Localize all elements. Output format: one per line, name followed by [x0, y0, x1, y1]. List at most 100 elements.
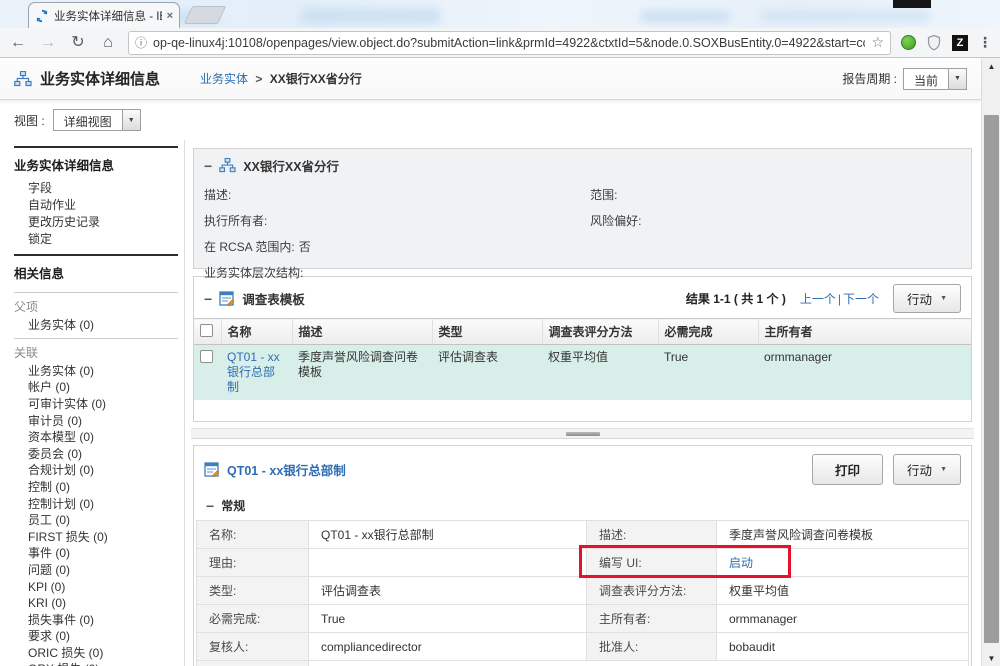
sidebar-item-committee[interactable]: 委员会 (0)	[14, 446, 178, 463]
column-type[interactable]: 类型	[432, 319, 542, 345]
detail-fields-table: 名称: QT01 - xx银行总部制 描述: 季度声誉风险调查问卷模板 理由: …	[196, 520, 969, 666]
sidebar-item-incident[interactable]: 事件 (0)	[14, 546, 178, 563]
org-chart-icon	[219, 158, 236, 173]
sidebar-item-employee[interactable]: 员工 (0)	[14, 512, 178, 529]
sidebar-item-requirement[interactable]: 要求 (0)	[14, 629, 178, 646]
sidebar-association-list: 业务实体 (0) 帐户 (0) 可审计实体 (0) 审计员 (0) 资本模型 (…	[14, 363, 178, 666]
sidebar-item-auto-jobs[interactable]: 自动作业	[14, 197, 178, 214]
sidebar-item-loss-event[interactable]: 损失事件 (0)	[14, 612, 178, 629]
sidebar-item-capital-model[interactable]: 资本模型 (0)	[14, 429, 178, 446]
questionnaire-icon	[219, 291, 235, 307]
back-icon[interactable]: ←	[8, 33, 28, 53]
column-scoring-method[interactable]: 调查表评分方法	[542, 319, 658, 345]
print-button[interactable]: 打印	[812, 454, 883, 485]
chevron-down-icon[interactable]: ▼	[122, 110, 140, 130]
sidebar-item-auditor[interactable]: 审计员 (0)	[14, 413, 178, 430]
questionnaire-action-button[interactable]: 行动▼	[893, 284, 961, 313]
extension-green-icon[interactable]	[901, 35, 916, 50]
report-period-value: 当前	[904, 69, 948, 89]
tab-close-icon[interactable]: ×	[167, 10, 173, 22]
sidebar-item-issue[interactable]: 问题 (0)	[14, 562, 178, 579]
sidebar-item-change-history[interactable]: 更改历史记录	[14, 214, 178, 231]
forward-icon: →	[38, 33, 58, 53]
sidebar-item-first-loss[interactable]: FIRST 损失 (0)	[14, 529, 178, 546]
url-text[interactable]: op-qe-linux4j:10108/openpages/view.objec…	[153, 36, 865, 50]
view-select[interactable]: 详细视图 ▼	[53, 109, 141, 131]
breadcrumb-link[interactable]: 业务实体	[200, 72, 248, 86]
extension-shield-icon[interactable]	[926, 34, 942, 51]
general-section-title: 常规	[221, 497, 245, 514]
row-checkbox[interactable]	[200, 350, 213, 363]
sidebar-item-account[interactable]: 帐户 (0)	[14, 380, 178, 397]
browser-tab[interactable]: 业务实体详细信息 - IBM ×	[28, 2, 180, 28]
collapse-icon[interactable]: −	[206, 501, 214, 511]
page-title: 业务实体详细信息	[40, 68, 160, 89]
new-tab-button[interactable]	[184, 6, 226, 24]
value-reason	[309, 549, 587, 577]
tab-favicon-sync-icon	[35, 9, 49, 23]
field-description: 描述:	[204, 182, 590, 208]
page-info-icon[interactable]: ⓘ	[135, 34, 147, 51]
report-period-label: 报告周期 :	[842, 70, 897, 87]
label-scoring-method: 调查表评分方法:	[587, 577, 717, 605]
page-scrollbar[interactable]: ▲ ▼	[981, 58, 1000, 666]
sidebar-item-control-plan[interactable]: 控制计划 (0)	[14, 496, 178, 513]
splitter-grip[interactable]	[566, 432, 600, 436]
chevron-down-icon: ▼	[940, 295, 947, 302]
sidebar-item-oric-loss[interactable]: ORIC 损失 (0)	[14, 645, 178, 662]
extension-z-icon[interactable]: Z	[952, 35, 968, 51]
breadcrumb-current: XX银行XX省分行	[270, 72, 362, 86]
sidebar-item-business-entity[interactable]: 业务实体 (0)	[14, 363, 178, 380]
report-period-select[interactable]: 当前 ▼	[903, 68, 967, 90]
collapse-icon[interactable]: −	[204, 161, 212, 171]
browser-menu-icon[interactable]: ⋮	[978, 34, 992, 51]
chevron-down-icon[interactable]: ▼	[948, 69, 966, 89]
questionnaire-icon	[204, 462, 220, 478]
column-required[interactable]: 必需完成	[658, 319, 758, 345]
questionnaire-detail-panel: QT01 - xx银行总部制 打印 行动▼ − 常规 名称: QT01 - xx…	[193, 445, 972, 666]
sidebar-item-orx-loss[interactable]: ORX 损失 (0)	[14, 662, 178, 666]
blurred-background	[760, 9, 930, 23]
value-scoring-method: 权重平均值	[717, 577, 969, 605]
collapse-icon[interactable]: −	[204, 294, 212, 304]
pane-splitter[interactable]	[191, 428, 974, 439]
table-row[interactable]: QT01 - xx银行总部制 季度声誉风险调查问卷模板 评估调查表 权重平均值 …	[194, 345, 971, 401]
sidebar-item-parent-business-entity[interactable]: 业务实体 (0)	[14, 317, 178, 334]
sidebar-item-control[interactable]: 控制 (0)	[14, 479, 178, 496]
value-authoring-ui: 启动	[717, 549, 969, 577]
entity-summary-panel: − XX银行XX省分行 描述: 范围: 执行所有者: 风险偏好: 在 RCSA …	[193, 148, 972, 269]
column-name[interactable]: 名称	[221, 319, 292, 345]
detail-row: 名称: QT01 - xx银行总部制 描述: 季度声誉风险调查问卷模板	[197, 521, 969, 549]
questionnaire-link[interactable]: QT01 - xx银行总部制	[227, 350, 280, 394]
sidebar-item-lock[interactable]: 锁定	[14, 231, 178, 248]
row-checkbox-cell	[194, 345, 221, 401]
column-primary-owner[interactable]: 主所有者	[758, 319, 971, 345]
detail-row: 理由: 编写 UI: 启动	[197, 549, 969, 577]
sidebar-item-auditable-entity[interactable]: 可审计实体 (0)	[14, 396, 178, 413]
label-name: 名称:	[197, 521, 309, 549]
value-folder: Questionnaire Templates / XX银行XX省分行	[309, 661, 969, 666]
sidebar-item-compliance-plan[interactable]: 合规计划 (0)	[14, 463, 178, 480]
detail-action-button[interactable]: 行动▼	[893, 454, 961, 485]
scrollbar-thumb[interactable]	[984, 115, 999, 643]
select-all-checkbox[interactable]	[200, 324, 213, 337]
column-description[interactable]: 描述	[292, 319, 432, 345]
scroll-down-icon[interactable]: ▼	[982, 650, 1000, 666]
url-bar[interactable]: ⓘ op-qe-linux4j:10108/openpages/view.obj…	[128, 31, 891, 55]
sidebar-group-associations: 关联	[14, 338, 178, 363]
sidebar-item-kri[interactable]: KRI (0)	[14, 595, 178, 612]
launch-link[interactable]: 启动	[729, 556, 753, 570]
general-section-header[interactable]: − 常规	[194, 491, 971, 520]
next-link[interactable]: 下一个	[843, 292, 879, 306]
questionnaire-panel-title: 调查表模板	[242, 289, 305, 308]
sidebar-item-kpi[interactable]: KPI (0)	[14, 579, 178, 596]
sidebar-item-fields[interactable]: 字段	[14, 180, 178, 197]
bookmark-star-icon[interactable]: ☆	[871, 34, 884, 51]
reload-icon[interactable]: ↻	[68, 33, 88, 53]
scroll-up-icon[interactable]: ▲	[982, 58, 1000, 74]
view-label: 视图 :	[14, 112, 45, 129]
label-type: 类型:	[197, 577, 309, 605]
sidebar-section-entity-detail: 业务实体详细信息	[14, 146, 178, 180]
prev-link[interactable]: 上一个	[800, 292, 836, 306]
home-icon[interactable]: ⌂	[98, 33, 118, 53]
